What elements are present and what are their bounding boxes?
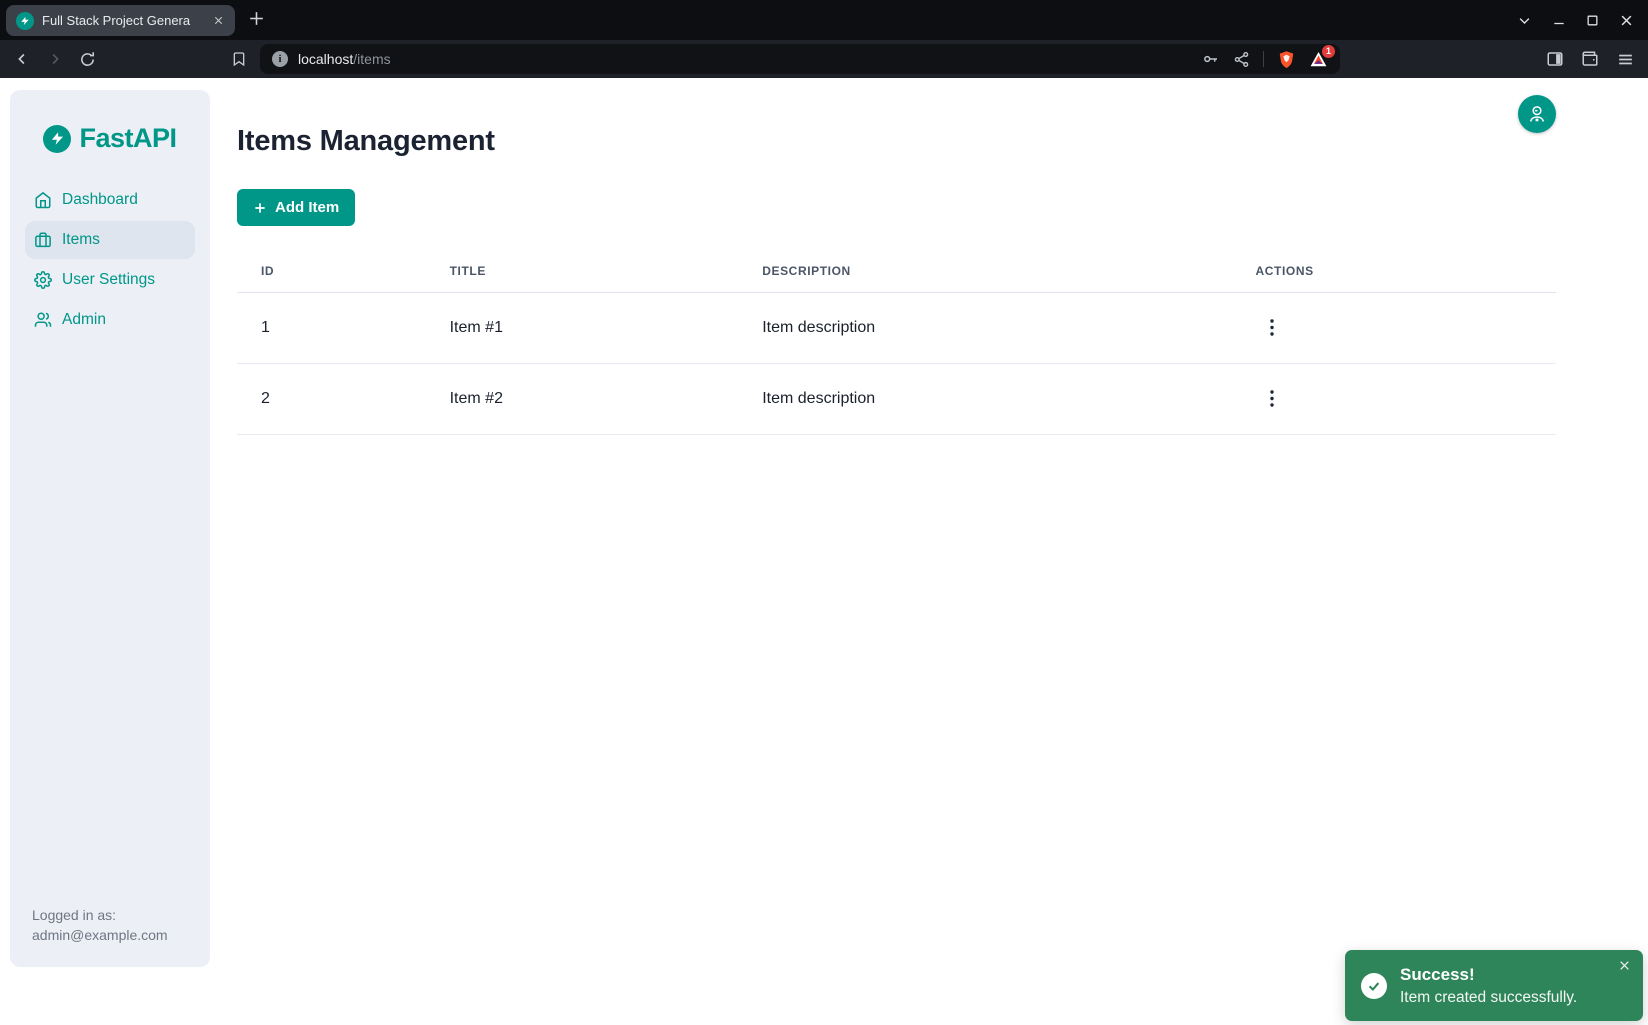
success-toast: Success! Item created successfully.: [1345, 950, 1643, 1021]
sidebar-panel-icon[interactable]: [1546, 50, 1564, 68]
site-info-icon[interactable]: i: [272, 51, 288, 67]
logo-text: FastAPI: [79, 123, 176, 154]
cell-actions: [1232, 364, 1557, 435]
toast-title: Success!: [1400, 965, 1577, 985]
tab-title: Full Stack Project Genera: [42, 13, 203, 28]
user-menu-button[interactable]: [1518, 95, 1556, 133]
logged-in-email: admin@example.com: [32, 925, 194, 945]
url-text: localhost/items: [298, 51, 391, 67]
logged-in-label: Logged in as:: [32, 905, 194, 925]
table-row: 1 Item #1 Item description: [237, 293, 1556, 364]
window-close-button[interactable]: [1619, 13, 1634, 28]
table-row: 2 Item #2 Item description: [237, 364, 1556, 435]
browser-tab[interactable]: Full Stack Project Genera: [6, 5, 235, 36]
window-maximize-button[interactable]: [1586, 14, 1599, 27]
cell-title: Item #2: [426, 364, 739, 435]
cell-description: Item description: [738, 293, 1231, 364]
password-key-icon[interactable]: [1202, 50, 1220, 68]
sidebar-nav: Dashboard Items User Settings Admin: [10, 181, 210, 339]
cell-description: Item description: [738, 364, 1231, 435]
sidebar-item-items[interactable]: Items: [25, 221, 195, 259]
home-icon: [34, 191, 52, 209]
sidebar-item-label: Admin: [62, 311, 106, 329]
page-title: Items Management: [237, 125, 1556, 158]
row-actions-kebab-icon[interactable]: [1262, 386, 1282, 411]
forward-button[interactable]: [46, 50, 64, 68]
add-item-button[interactable]: Add Item: [237, 189, 355, 226]
toast-message: Item created successfully.: [1400, 989, 1577, 1007]
users-icon: [34, 311, 52, 329]
row-actions-kebab-icon[interactable]: [1262, 315, 1282, 340]
reload-button[interactable]: [79, 51, 96, 68]
briefcase-icon: [34, 231, 52, 249]
column-header-description: DESCRIPTION: [738, 256, 1231, 293]
tab-search-chevron-icon[interactable]: [1517, 13, 1532, 28]
share-icon[interactable]: [1233, 51, 1250, 68]
brave-rewards-icon[interactable]: 1: [1309, 50, 1328, 69]
sidebar-item-label: Dashboard: [62, 191, 138, 209]
tab-close-icon[interactable]: [211, 13, 226, 28]
sidebar-item-user-settings[interactable]: User Settings: [25, 261, 195, 299]
user-astronaut-icon: [1527, 104, 1547, 124]
sidebar-item-label: Items: [62, 231, 100, 249]
back-button[interactable]: [13, 50, 31, 68]
table-header-row: ID TITLE DESCRIPTION ACTIONS: [237, 256, 1556, 293]
check-circle-icon: [1361, 973, 1387, 999]
plus-icon: [253, 201, 267, 215]
column-header-id: ID: [237, 256, 426, 293]
main-panel: Items Management Add Item ID TITLE DESCR…: [210, 78, 1648, 1025]
gear-icon: [34, 271, 52, 289]
toast-close-icon[interactable]: [1616, 957, 1633, 974]
cell-id: 2: [237, 364, 426, 435]
window-minimize-button[interactable]: [1552, 13, 1566, 27]
fastapi-favicon-icon: [16, 12, 34, 30]
cell-title: Item #1: [426, 293, 739, 364]
brave-shield-icon[interactable]: [1277, 50, 1296, 69]
fastapi-logo: FastAPI: [10, 123, 210, 154]
sidebar-item-label: User Settings: [62, 271, 155, 289]
app-content: FastAPI Dashboard Items User Settings: [0, 78, 1648, 1025]
new-tab-button[interactable]: [247, 9, 266, 28]
address-bar[interactable]: i localhost/items 1: [260, 44, 1340, 74]
divider: [1263, 51, 1264, 67]
browser-toolbar: i localhost/items 1: [0, 40, 1648, 78]
fastapi-bolt-icon: [43, 125, 71, 153]
sidebar-item-dashboard[interactable]: Dashboard: [25, 181, 195, 219]
sidebar-item-admin[interactable]: Admin: [25, 301, 195, 339]
sidebar: FastAPI Dashboard Items User Settings: [10, 90, 210, 967]
logged-in-footer: Logged in as: admin@example.com: [10, 905, 210, 967]
bookmark-icon[interactable]: [231, 51, 247, 67]
wallet-icon[interactable]: [1581, 50, 1599, 68]
cell-id: 1: [237, 293, 426, 364]
cell-actions: [1232, 293, 1557, 364]
items-table: ID TITLE DESCRIPTION ACTIONS 1 Item #1 I…: [237, 256, 1556, 435]
rewards-badge: 1: [1322, 45, 1335, 58]
column-header-title: TITLE: [426, 256, 739, 293]
menu-hamburger-icon[interactable]: [1616, 50, 1635, 69]
column-header-actions: ACTIONS: [1232, 256, 1557, 293]
browser-tab-strip: Full Stack Project Genera: [0, 0, 1648, 40]
